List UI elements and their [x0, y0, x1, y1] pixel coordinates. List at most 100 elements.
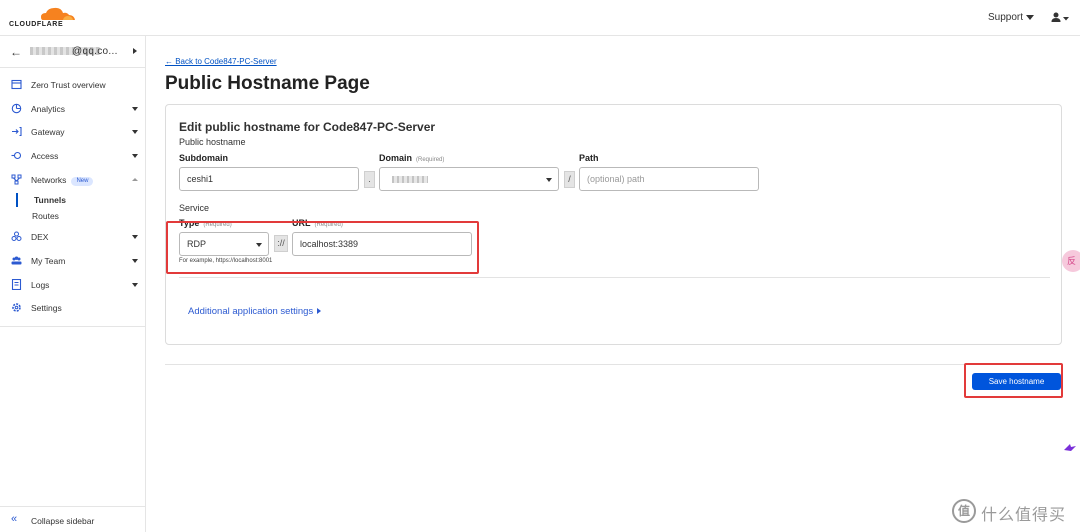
form-divider [165, 364, 1062, 365]
subdomain-label-text: Subdomain [179, 153, 228, 163]
dex-icon [11, 231, 22, 241]
back-link[interactable]: ← Back to Code847-PC-Server [165, 57, 277, 66]
dot-separator: . [364, 171, 375, 188]
card-divider [179, 277, 1050, 278]
chevron-down-icon [132, 259, 138, 263]
url-hint: For example, https://localhost:8001 [179, 258, 273, 264]
sidebar-item-gateway[interactable]: Gateway [0, 121, 146, 143]
chevron-down-icon [256, 243, 262, 247]
sidebar-item-label: DEX [31, 232, 49, 242]
support-menu[interactable]: Support [988, 12, 1035, 23]
floating-widget[interactable]: 反 [1062, 250, 1080, 272]
public-hostname-label: Public hostname [179, 137, 246, 147]
sidebar-item-label: Logs [31, 280, 50, 290]
user-icon [1051, 12, 1069, 22]
sidebar-subitem-tunnels[interactable]: Tunnels [16, 193, 146, 207]
new-badge: New [71, 177, 94, 186]
chevron-right-icon [317, 308, 322, 314]
url-label-text: URL [292, 218, 311, 228]
path-input[interactable]: (optional) path [579, 167, 759, 191]
sidebar: ← @qq.co... Zero Trust overview Analytic… [0, 36, 146, 532]
gateway-icon [12, 126, 22, 137]
chevron-down-icon [132, 154, 138, 158]
page-title: Public Hostname Page [165, 73, 370, 94]
hostname-form-card: Edit public hostname for Code847-PC-Serv… [165, 104, 1062, 345]
chevron-down-icon [1026, 14, 1035, 20]
sidebar-item-label: Gateway [31, 127, 65, 137]
card-title: Edit public hostname for Code847-PC-Serv… [179, 120, 436, 134]
required-marker: (Required) [416, 157, 445, 163]
user-menu[interactable] [1051, 11, 1071, 29]
chevron-down-icon [132, 235, 138, 239]
settings-icon [12, 303, 21, 312]
collapse-sidebar-button[interactable]: « Collapse sidebar [0, 506, 146, 532]
logs-icon [11, 279, 22, 290]
type-label: Type (Required) [179, 218, 232, 228]
subdomain-label: Subdomain [179, 153, 228, 163]
back-arrow-icon[interactable]: ← [10, 45, 22, 59]
sidebar-subitem-label: Routes [32, 211, 59, 221]
account-switcher[interactable]: ← @qq.co... [0, 36, 146, 68]
chevron-up-icon [132, 178, 138, 181]
scheme-separator: :// [274, 235, 288, 252]
subdomain-input[interactable]: ceshi1 [179, 167, 359, 191]
sidebar-item-label: Analytics [31, 104, 66, 114]
account-name: @qq.co... [72, 46, 118, 57]
domain-value-redacted [392, 176, 428, 183]
sidebar-item-my-team[interactable]: My Team [0, 250, 146, 272]
sidebar-item-label: My Team [31, 256, 66, 266]
chevron-down-icon [132, 283, 138, 287]
additional-settings-label: Additional application settings [188, 306, 314, 317]
sidebar-subitem-label: Tunnels [34, 195, 66, 205]
sidebar-item-label: Access [31, 151, 59, 161]
sidebar-item-dex[interactable]: DEX [0, 226, 146, 248]
sidebar-item-analytics[interactable]: Analytics [0, 98, 146, 120]
watermark: 值 什么值得买 [952, 498, 1078, 524]
url-input[interactable]: localhost:3389 [292, 232, 472, 256]
zero-trust-icon [11, 79, 22, 90]
networks-icon [11, 174, 22, 185]
sidebar-subitem-routes[interactable]: Routes [16, 209, 146, 223]
sidebar-item-networks[interactable]: Networks New [0, 169, 146, 191]
top-bar: CLOUDFLARE Support [0, 0, 1080, 36]
service-label: Service [179, 203, 210, 213]
slash-separator: / [564, 171, 575, 188]
analytics-icon [11, 103, 22, 114]
required-marker: (Required) [203, 222, 232, 228]
networks-label: Networks [31, 175, 67, 185]
cloudflare-logo[interactable]: CLOUDFLARE [9, 5, 75, 31]
save-hostname-button[interactable]: Save hostname [972, 373, 1061, 390]
additional-settings-toggle[interactable]: Additional application settings [188, 306, 322, 317]
domain-label: Domain (Required) [379, 153, 444, 163]
chevron-down-icon [546, 178, 552, 182]
cloud-icon [41, 7, 75, 20]
sidebar-item-access[interactable]: Access [0, 145, 146, 167]
sidebar-item-label: Networks New [31, 175, 94, 186]
url-label: URL (Required) [292, 218, 343, 228]
path-label: Path [579, 153, 599, 163]
path-label-text: Path [579, 153, 599, 163]
floating-widget-glyph: 反 [1067, 256, 1077, 266]
team-icon [11, 256, 22, 265]
domain-label-text: Domain [379, 153, 413, 163]
chevron-right-icon [133, 48, 137, 54]
sidebar-item-settings[interactable]: Settings [0, 297, 146, 319]
sidebar-item-label: Zero Trust overview [31, 80, 106, 90]
support-label: Support [988, 12, 1024, 23]
sidebar-item-label: Settings [31, 303, 62, 313]
domain-select[interactable] [379, 167, 559, 191]
sidebar-item-zero-trust-overview[interactable]: Zero Trust overview [0, 74, 146, 96]
watermark-logo: 值 [952, 499, 976, 523]
chevron-down-icon [132, 130, 138, 134]
sidebar-divider [0, 326, 146, 327]
chevron-down-icon [132, 107, 138, 111]
brand-wordmark: CLOUDFLARE [9, 21, 64, 28]
service-type-value: RDP [187, 239, 207, 249]
service-type-select[interactable]: RDP [179, 232, 269, 256]
required-marker: (Required) [314, 222, 343, 228]
watermark-text: 什么值得买 [981, 507, 1067, 524]
sidebar-item-logs[interactable]: Logs [0, 274, 146, 296]
double-chevron-left-icon: « [11, 513, 18, 525]
access-icon [11, 151, 22, 160]
bird-icon[interactable] [1060, 438, 1080, 458]
